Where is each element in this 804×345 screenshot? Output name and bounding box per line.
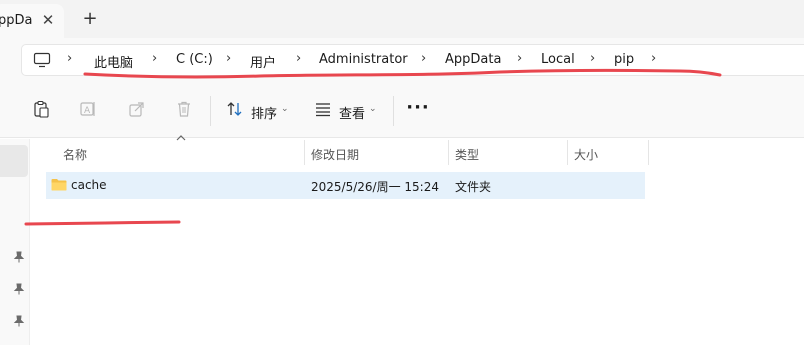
red-annotation-underline [24, 220, 181, 226]
svg-text:A: A [84, 106, 91, 116]
column-header-modified[interactable]: 修改日期 [311, 146, 359, 163]
table-row[interactable]: cache 2025/5/26/周一 15:24 文件夹 [46, 172, 645, 199]
tab-appdata[interactable]: ppDa ✕ [0, 4, 64, 38]
file-name[interactable]: cache [71, 178, 107, 192]
sort-icon[interactable] [226, 100, 244, 118]
red-annotation-underline [83, 68, 722, 79]
column-header-size[interactable]: 大小 [574, 146, 598, 163]
toolbar-divider [393, 96, 394, 126]
sort-ascending-icon [176, 135, 186, 141]
column-divider[interactable] [304, 140, 305, 165]
new-tab-button[interactable]: + [80, 8, 100, 30]
tab-title: ppDa [0, 13, 33, 28]
rename-icon[interactable]: A [79, 100, 97, 118]
more-options-button[interactable]: ··· [406, 98, 430, 122]
view-icon[interactable] [314, 100, 332, 118]
column-divider[interactable] [448, 140, 449, 165]
file-type: 文件夹 [455, 180, 492, 194]
share-icon[interactable] [128, 100, 146, 118]
chevron-down-icon[interactable]: ⌄ [369, 104, 377, 114]
column-divider[interactable] [567, 140, 568, 165]
tab-strip: ppDa ✕ + [0, 0, 804, 38]
computer-icon[interactable] [33, 52, 51, 68]
nav-item-selected[interactable] [0, 145, 28, 177]
pin-icon[interactable] [13, 251, 25, 263]
toolbar-divider [210, 96, 211, 126]
close-icon[interactable]: ✕ [37, 9, 59, 31]
file-modified: 2025/5/26/周一 15:24 [311, 180, 439, 194]
paste-icon[interactable] [32, 100, 50, 118]
view-button-label[interactable]: 查看 [339, 103, 365, 122]
pin-icon[interactable] [13, 283, 25, 295]
delete-icon[interactable] [175, 100, 193, 118]
navigation-pane [0, 139, 30, 345]
command-bar: A 排序 ⌄ 查看 ⌄ ··· [0, 84, 804, 138]
sort-button-label[interactable]: 排序 [251, 103, 277, 122]
chevron-right-icon[interactable]: › [67, 51, 72, 66]
column-header-type[interactable]: 类型 [455, 146, 479, 163]
pin-icon[interactable] [13, 315, 25, 327]
folder-icon [51, 179, 67, 191]
column-header-name[interactable]: 名称 [63, 146, 87, 163]
column-divider[interactable] [648, 140, 649, 165]
chevron-down-icon[interactable]: ⌄ [281, 104, 289, 114]
